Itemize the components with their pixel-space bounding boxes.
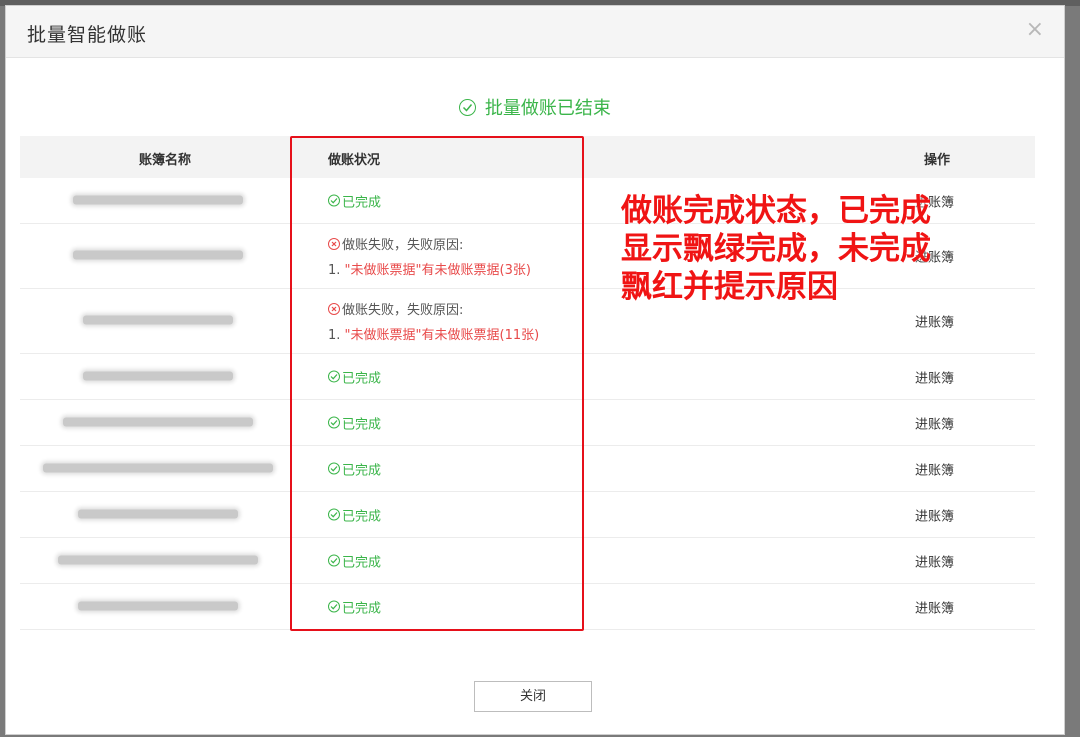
account-name-blurred: 西安某商贸有限公司 [82,315,233,325]
status-cell: 已完成 [328,367,381,386]
status-complete: 已完成 [328,597,381,616]
account-name-cell: 陕西某建筑装饰工程有限公司 [20,415,295,430]
status-cell: 已完成 [328,551,381,570]
fail-reason: 1. "未做账票据"有未做账票据(11张) [328,324,539,343]
fail-reason-text: "未做账票据"有未做账票据(3张) [344,263,531,278]
account-name-blurred: 西安某门窗有限公司 [82,371,233,380]
open-ledger-link[interactable]: 进账簿 [915,367,954,386]
account-name-blurred: 陕西某物流供应链管理有限公司 [42,463,273,472]
account-name-blurred: 西安市某数据科技有限公司 [72,195,243,204]
open-ledger-link[interactable]: 进账簿 [915,459,954,478]
column-header-operation: 操作 [924,153,951,168]
account-name-cell: 西安某企业管理有限公司 [20,599,295,614]
status-failed: 做账失败，失败原因: [328,299,539,318]
status-cell: 做账失败，失败原因: 1. "未做账票据"有未做账票据(11张) [328,299,539,343]
check-circle-icon [328,600,340,613]
table-row: 陕西某文化传媒有限公司 已完成 进账簿 [20,492,1035,538]
account-name-cell: 陕西省某企业管理有限公司 [20,249,295,264]
annotation-line-2: 显示飘绿完成，未完成 [621,231,931,267]
table-row: 西安某企业管理有限公司 已完成 进账簿 [20,584,1035,630]
open-ledger-link[interactable]: 进账簿 [915,551,954,570]
open-ledger-link[interactable]: 进账簿 [915,312,954,331]
account-name-cell: 西安某门窗有限公司 [20,369,295,384]
status-text: 已完成 [342,509,382,524]
status-complete: 已完成 [328,551,381,570]
check-circle-icon [328,554,340,567]
status-text: 已完成 [342,417,382,432]
account-name-blurred: 陕西某文化传媒有限公司 [77,509,238,518]
table-row: 西安某信息技术咨询服务有限公司 已完成 进账簿 [20,538,1035,584]
status-complete: 已完成 [328,367,381,386]
status-complete: 已完成 [328,505,381,524]
check-circle-icon [328,194,340,207]
open-ledger-link[interactable]: 进账簿 [915,597,954,616]
status-cell: 已完成 [328,459,381,478]
status-text: 已完成 [342,195,382,210]
status-cell: 已完成 [328,597,381,616]
fail-title: 做账失败，失败原因: [342,238,464,253]
check-circle-icon [328,462,340,475]
account-name-cell: 西安某商贸有限公司 [20,314,295,329]
fail-reason-index: 1. [328,263,345,278]
status-cell: 已完成 [328,505,381,524]
x-circle-icon [328,237,340,250]
status-failed: 做账失败，失败原因: [328,234,531,253]
check-circle-icon [328,416,340,429]
table-header: 账簿名称 做账状况 操作 [20,136,1035,178]
x-circle-icon [328,302,340,315]
fail-reason: 1. "未做账票据"有未做账票据(3张) [328,259,531,278]
status-cell: 已完成 [328,413,381,432]
status-complete: 已完成 [328,413,381,432]
check-circle-icon [459,99,477,116]
account-name-cell: 陕西某文化传媒有限公司 [20,507,295,522]
account-name-blurred: 西安某信息技术咨询服务有限公司 [57,555,258,564]
dialog-header: 批量智能做账 × [6,6,1064,58]
fail-reason-text: "未做账票据"有未做账票据(11张) [344,328,540,343]
status-text: 已完成 [342,371,382,386]
table-row: 陕西某建筑装饰工程有限公司 已完成 进账簿 [20,400,1035,446]
check-circle-icon [328,370,340,383]
open-ledger-link[interactable]: 进账簿 [915,413,954,432]
fail-reason-index: 1. [328,328,345,343]
close-icon[interactable]: × [1026,19,1044,41]
account-name-cell: 西安某信息技术咨询服务有限公司 [20,553,295,568]
account-name-blurred: 西安某企业管理有限公司 [77,601,238,610]
result-text: 批量做账已结束 [484,98,611,119]
column-header-account-name: 账簿名称 [138,153,191,168]
table-row: 陕西某物流供应链管理有限公司 已完成 进账簿 [20,446,1035,492]
status-complete: 已完成 [328,459,381,478]
account-name-blurred: 陕西某建筑装饰工程有限公司 [62,417,253,426]
annotation-line-1: 做账完成状态，已完成 [621,193,931,229]
status-complete: 已完成 [328,191,381,210]
annotation-note: 做账完成状态，已完成 显示飘绿完成，未完成 飘红并提示原因 [621,192,931,306]
annotation-line-3: 飘红并提示原因 [621,269,838,305]
account-name-cell: 陕西某物流供应链管理有限公司 [20,461,295,476]
account-name-blurred: 陕西省某企业管理有限公司 [72,250,243,260]
open-ledger-link[interactable]: 进账簿 [915,505,954,524]
result-message: 批量做账已结束 [6,94,1064,120]
status-text: 已完成 [342,463,382,478]
dialog-title: 批量智能做账 [27,24,148,46]
status-text: 已完成 [342,601,382,616]
status-cell: 已完成 [328,191,381,210]
close-button[interactable]: 关闭 [474,681,592,712]
fail-title: 做账失败，失败原因: [342,303,464,318]
status-cell: 做账失败，失败原因: 1. "未做账票据"有未做账票据(3张) [328,234,531,278]
status-text: 已完成 [342,555,382,570]
column-header-status: 做账状况 [328,153,381,168]
check-circle-icon [328,508,340,521]
table-row: 西安某门窗有限公司 已完成 进账簿 [20,354,1035,400]
account-name-cell: 西安市某数据科技有限公司 [20,193,295,208]
